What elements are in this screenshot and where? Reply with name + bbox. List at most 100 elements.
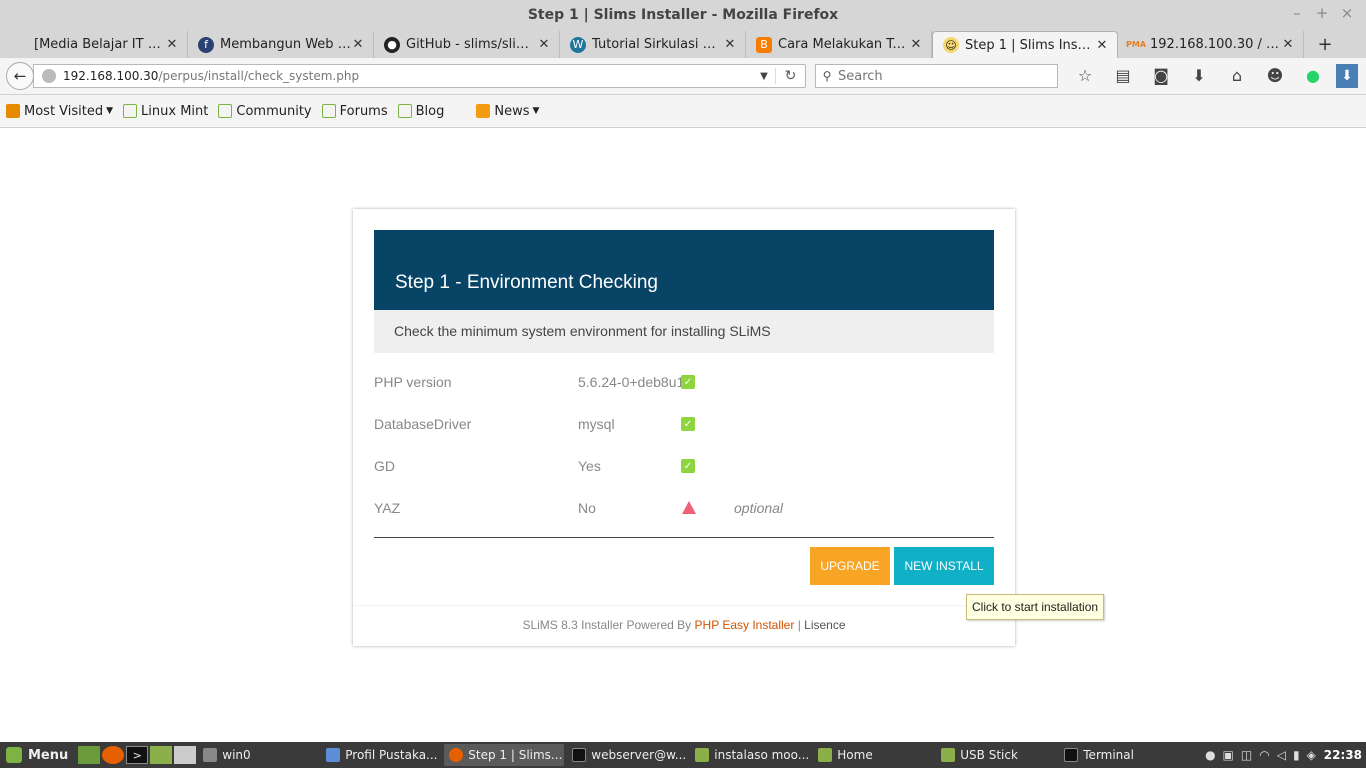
reload-icon[interactable]: ↻: [775, 68, 805, 84]
bookmark-label: Blog: [415, 103, 445, 119]
url-path: /perpus/install/check_system.php: [158, 69, 360, 83]
terminal-icon[interactable]: >: [126, 746, 149, 764]
bookmark-linux-mint[interactable]: Linux Mint: [123, 104, 208, 119]
close-tab-icon[interactable]: ✕: [351, 37, 365, 52]
firefox-icon[interactable]: [102, 746, 125, 764]
new-tab-button[interactable]: +: [1310, 31, 1340, 58]
reading-list-icon[interactable]: ▤: [1104, 66, 1142, 85]
bookmark-most-visited[interactable]: Most Visited ▼: [6, 104, 113, 119]
footer-separator: |: [797, 618, 801, 632]
phpmyadmin-icon: PMA: [1126, 40, 1147, 49]
firefox-icon: [449, 748, 464, 762]
bookmark-label: News: [494, 103, 530, 119]
back-arrow-icon: ←: [13, 67, 27, 85]
close-tab-icon[interactable]: ✕: [537, 37, 551, 52]
tab-slims-installer[interactable]: ☺ Step 1 | Slims Installer ✕: [932, 31, 1118, 58]
bookmark-community[interactable]: Community: [218, 104, 312, 119]
clipboard-icon[interactable]: ▣: [1223, 748, 1234, 762]
user-icon[interactable]: ●: [1205, 748, 1215, 762]
volume-icon[interactable]: ◁: [1277, 748, 1286, 762]
clock[interactable]: 22:38: [1324, 748, 1362, 762]
tab-label: GitHub - slims/slims...: [406, 37, 537, 52]
task-label: Terminal: [1083, 748, 1134, 762]
tab-github[interactable]: ● GitHub - slims/slims... ✕: [374, 31, 560, 58]
show-desktop-icon[interactable]: [78, 746, 101, 764]
chevron-down-icon: ▼: [106, 106, 114, 116]
close-window-icon[interactable]: ×: [1338, 4, 1356, 22]
downloads-icon[interactable]: ⬇: [1180, 66, 1218, 85]
new-install-button[interactable]: NEW INSTALL: [894, 547, 994, 585]
bookmark-star-icon[interactable]: ☆: [1066, 66, 1104, 85]
folder-icon[interactable]: [150, 746, 173, 764]
task-terminal[interactable]: Terminal: [1059, 744, 1179, 766]
minimize-icon[interactable]: –: [1288, 4, 1306, 22]
close-tab-icon[interactable]: ✕: [909, 37, 923, 52]
tab-membangun-web[interactable]: f Membangun Web Pe... ✕: [188, 31, 374, 58]
upgrade-button[interactable]: UPGRADE: [810, 547, 890, 585]
task-webserver-terminal[interactable]: webserver@w...: [567, 744, 687, 766]
home-icon[interactable]: ⌂: [1218, 66, 1256, 85]
check-name: YAZ: [374, 500, 401, 516]
page-title: Step 1 - Environment Checking: [395, 272, 658, 293]
whatsapp-icon[interactable]: ●: [1294, 66, 1332, 85]
terminal-icon: [572, 748, 587, 762]
close-tab-icon[interactable]: ✕: [165, 37, 179, 52]
mint-logo-icon: [6, 747, 22, 763]
tab-strip: [Media Belajar IT Siswa ... ✕ f Membangu…: [0, 29, 1366, 58]
task-profil-pustaka[interactable]: Profil Pustaka...: [321, 744, 441, 766]
pocket-icon[interactable]: ◙: [1142, 66, 1180, 85]
wifi-icon[interactable]: ◠: [1259, 748, 1269, 762]
search-bar[interactable]: ⚲: [815, 64, 1058, 88]
battery-icon[interactable]: ▮: [1293, 748, 1300, 762]
page-content: Step 1 - Environment Checking Check the …: [0, 128, 1366, 742]
start-menu-button[interactable]: Menu: [0, 742, 74, 768]
installer-subtitle: Check the minimum system environment for…: [374, 310, 994, 353]
bookmark-forums[interactable]: Forums: [321, 104, 388, 119]
url-text[interactable]: 192.168.100.30/perpus/install/check_syst…: [63, 69, 753, 83]
task-instalaso-folder[interactable]: instalaso moo...: [690, 744, 810, 766]
menu-label: Menu: [28, 747, 69, 763]
tab-label: [Media Belajar IT Siswa ...: [34, 37, 165, 52]
php-easy-installer-link[interactable]: PHP Easy Installer: [695, 618, 795, 632]
download-button[interactable]: ⬇: [1336, 64, 1358, 88]
tab-media-belajar[interactable]: [Media Belajar IT Siswa ... ✕: [2, 31, 188, 58]
task-label: Home: [837, 748, 873, 762]
mint-bookmark-icon: [218, 104, 233, 118]
task-win0[interactable]: win0: [198, 744, 318, 766]
close-tab-icon[interactable]: ✕: [723, 37, 737, 52]
shield-icon[interactable]: ◈: [1307, 748, 1316, 762]
mint-bookmark-icon: [397, 104, 412, 118]
folder-icon: [695, 748, 710, 762]
back-button[interactable]: ←: [6, 62, 34, 90]
task-usb-stick[interactable]: USB Stick: [936, 744, 1056, 766]
url-history-dropdown-icon[interactable]: ▼: [753, 71, 775, 82]
check-name: GD: [374, 458, 395, 474]
close-tab-icon[interactable]: ✕: [1281, 37, 1295, 52]
check-note: optional: [734, 500, 784, 516]
most-visited-icon: [6, 104, 20, 118]
tab-cara-melakukan[interactable]: B Cara Melakukan Tra... ✕: [746, 31, 932, 58]
bookmark-label: Most Visited: [24, 103, 104, 119]
task-firefox[interactable]: Step 1 | Slims...: [444, 744, 565, 766]
url-bar[interactable]: 192.168.100.30/perpus/install/check_syst…: [33, 64, 806, 88]
tab-tutorial-sirkulasi[interactable]: W Tutorial Sirkulasi De... ✕: [560, 31, 746, 58]
bookmark-blog[interactable]: Blog: [397, 103, 445, 119]
rss-icon: [476, 104, 491, 118]
close-tab-icon[interactable]: ✕: [1095, 38, 1109, 53]
chevron-down-icon: ▼: [532, 106, 540, 116]
tab-phpmyadmin[interactable]: PMA 192.168.100.30 / loc... ✕: [1118, 31, 1304, 58]
check-row-php: PHP version 5.6.24-0+deb8u1 ✓: [374, 361, 994, 403]
update-icon[interactable]: ◫: [1241, 748, 1252, 762]
hello-icon[interactable]: ☻: [1256, 66, 1294, 85]
download-arrow-icon: ⬇: [1341, 68, 1353, 84]
check-value: 5.6.24-0+deb8u1: [578, 374, 685, 390]
screenshot-icon[interactable]: [174, 746, 197, 764]
maximize-icon[interactable]: +: [1313, 4, 1331, 22]
search-input[interactable]: [838, 68, 1048, 84]
check-row-database: DatabaseDriver mysql ✓: [374, 403, 994, 445]
license-link[interactable]: Lisence: [804, 618, 845, 632]
tab-label: 192.168.100.30 / loc...: [1150, 37, 1281, 52]
divider: [374, 537, 994, 538]
bookmark-news[interactable]: News ▼: [476, 104, 539, 119]
task-home-folder[interactable]: Home: [813, 744, 933, 766]
